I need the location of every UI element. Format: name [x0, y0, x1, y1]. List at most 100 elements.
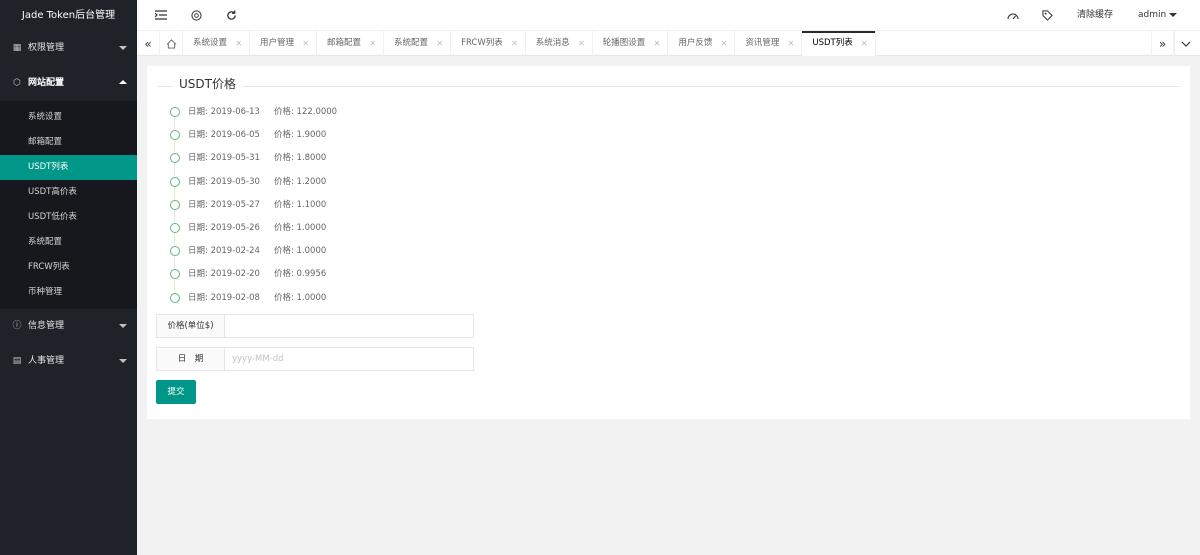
- tabs-scroll-left-icon[interactable]: «: [137, 31, 160, 56]
- timeline-price: 价格: 1.9000: [273, 130, 327, 141]
- timeline-dot: [170, 176, 180, 187]
- tab-system-messages[interactable]: 系统消息 ✕: [526, 31, 593, 56]
- user-name: admin: [1138, 10, 1167, 20]
- price-timeline: 日期: 2019-06-13 价格: 122.0000 日期: 2019-06-0…: [168, 106, 337, 315]
- price-label: 价格(单位$): [157, 315, 225, 337]
- timeline-price: 价格: 122.0000: [273, 107, 338, 117]
- settings-icon: ⬡: [13, 78, 21, 88]
- sidebar-subitem-currency[interactable]: 币种管理: [0, 280, 137, 305]
- sidebar-item-site-config[interactable]: ⬡ 网站配置: [0, 66, 137, 101]
- document-icon: ▤: [12, 356, 22, 366]
- submenu-site-config: 系统设置 邮箱配置 USDT列表 USDT高价表 USDT低价表 系统配置 FR…: [0, 101, 137, 309]
- sidebar-item-label: 网站配置: [28, 78, 65, 88]
- tab-news-management[interactable]: 资讯管理 ✕: [735, 31, 803, 56]
- timeline-date: 日期: 2019-05-30: [188, 176, 260, 187]
- sidebar-item-label: 权限管理: [28, 43, 65, 53]
- timeline-date: 日期: 2019-05-27: [188, 199, 260, 210]
- app-logo-title: Jade Token后台管理: [0, 0, 137, 31]
- date-input[interactable]: [226, 348, 473, 370]
- tab-system-config[interactable]: 系统配置 ✕: [384, 31, 452, 56]
- grid-icon: ▦: [12, 43, 22, 53]
- sidebar-item-permissions[interactable]: ▦ 权限管理: [0, 31, 137, 66]
- sidebar-subitem-usdt-low[interactable]: USDT低价表: [0, 205, 137, 230]
- close-icon[interactable]: ✕: [861, 31, 868, 56]
- tabs-scroll-right-icon[interactable]: »: [1151, 31, 1174, 56]
- close-icon[interactable]: ✕: [721, 31, 728, 56]
- chevron-down-icon: [119, 46, 127, 50]
- close-icon[interactable]: ✕: [235, 31, 242, 56]
- submit-button[interactable]: 提交: [156, 380, 196, 404]
- sidebar-subitem-system-settings[interactable]: 系统设置: [0, 105, 137, 130]
- timeline-item: 日期: 2019-06-05 价格: 1.9000: [168, 129, 337, 153]
- timeline-line: [174, 117, 175, 129]
- menu-group-info: ⓘ 信息管理: [0, 309, 137, 344]
- timeline-price: 价格: 0.9956: [273, 269, 327, 280]
- timeline-date: 日期: 2019-02-20: [188, 269, 260, 280]
- menu-toggle-icon[interactable]: [154, 8, 168, 22]
- timeline-dot: [170, 269, 180, 280]
- globe-icon[interactable]: [189, 8, 203, 22]
- timeline-date: 日期: 2019-06-05: [188, 130, 260, 141]
- tab-user-management[interactable]: 用户管理 ✕: [250, 31, 318, 56]
- user-menu[interactable]: admin: [1138, 0, 1178, 31]
- timeline-price: 价格: 1.8000: [273, 153, 327, 164]
- timeline-item: 日期: 2019-02-20 价格: 0.9956: [168, 268, 337, 292]
- menu-group-permissions: ▦ 权限管理: [0, 31, 137, 66]
- fieldset-divider: [157, 86, 1180, 87]
- close-icon[interactable]: ✕: [369, 31, 376, 56]
- sidebar-subitem-usdt-list[interactable]: USDT列表: [0, 155, 137, 180]
- timeline-line: [174, 140, 175, 153]
- sidebar-subitem-usdt-high[interactable]: USDT高价表: [0, 180, 137, 205]
- tab-usdt-list[interactable]: USDT列表 ✕: [802, 31, 876, 56]
- tab-label: USDT列表: [812, 38, 853, 48]
- close-icon[interactable]: ✕: [788, 31, 795, 56]
- timeline-line: [174, 186, 175, 199]
- close-icon[interactable]: ✕: [302, 31, 309, 56]
- sidebar-item-info[interactable]: ⓘ 信息管理: [0, 309, 137, 344]
- top-header: 清除缓存 admin: [137, 0, 1200, 31]
- timeline-dot: [170, 107, 180, 117]
- tab-label: 轮播图设置: [602, 38, 646, 48]
- timeline-item: 日期: 2019-05-30 价格: 1.2000: [168, 176, 337, 199]
- chevron-down-icon: [119, 324, 127, 328]
- price-input[interactable]: [226, 315, 473, 337]
- tag-icon[interactable]: [1040, 8, 1054, 22]
- timeline-line: [174, 232, 175, 245]
- date-form-row: 日 期: [156, 347, 474, 371]
- sidebar-subitem-frcw-list[interactable]: FRCW列表: [0, 255, 137, 280]
- close-icon[interactable]: ✕: [511, 31, 518, 56]
- info-icon: ⓘ: [12, 321, 22, 331]
- tab-label: 系统消息: [535, 38, 570, 48]
- tab-label: 用户管理: [260, 38, 295, 48]
- timeline-item: 日期: 2019-02-24 价格: 1.0000: [168, 245, 337, 269]
- sidebar: Jade Token后台管理 ▦ 权限管理 ⬡ 网站配置 系统设置 邮箱配置 U…: [0, 0, 137, 555]
- refresh-icon[interactable]: [224, 8, 238, 22]
- timeline-date: 日期: 2019-06-13: [188, 107, 260, 117]
- sidebar-subitem-system-config[interactable]: 系统配置: [0, 230, 137, 255]
- close-icon[interactable]: ✕: [654, 31, 661, 56]
- theme-icon[interactable]: [1006, 8, 1020, 22]
- tab-email-config[interactable]: 邮箱配置 ✕: [317, 31, 385, 56]
- timeline-dot: [170, 222, 180, 233]
- timeline-price: 价格: 1.0000: [273, 246, 327, 257]
- date-label: 日 期: [157, 348, 225, 370]
- tab-user-feedback[interactable]: 用户反馈 ✕: [668, 31, 736, 56]
- tab-label: 资讯管理: [745, 38, 780, 48]
- sidebar-item-hr[interactable]: ▤ 人事管理: [0, 344, 137, 379]
- tab-system-settings[interactable]: 系统设置 ✕: [183, 31, 251, 56]
- tab-label: FRCW列表: [461, 38, 503, 48]
- home-icon[interactable]: [160, 31, 183, 56]
- tabs-menu-chevron-down-icon[interactable]: [1174, 31, 1197, 56]
- timeline-price: 价格: 1.2000: [273, 176, 327, 187]
- tab-carousel-settings[interactable]: 轮播图设置 ✕: [593, 31, 669, 56]
- timeline-price: 价格: 1.0000: [273, 292, 327, 303]
- sidebar-subitem-email-config[interactable]: 邮箱配置: [0, 130, 137, 155]
- tab-frcw-list[interactable]: FRCW列表 ✕: [451, 31, 526, 56]
- timeline-item: 日期: 2019-02-08 价格: 1.0000: [168, 292, 337, 315]
- timeline-dot: [170, 246, 180, 257]
- close-icon[interactable]: ✕: [436, 31, 443, 56]
- close-icon[interactable]: ✕: [578, 31, 585, 56]
- tab-label: 用户反馈: [678, 38, 713, 48]
- tabs-list: 系统设置 ✕ 用户管理 ✕ 邮箱配置 ✕ 系统配置 ✕ FRCW列表 ✕ 系统消息 ✕ 轮播…: [183, 31, 876, 56]
- clear-cache-button[interactable]: 清除缓存: [1077, 0, 1113, 31]
